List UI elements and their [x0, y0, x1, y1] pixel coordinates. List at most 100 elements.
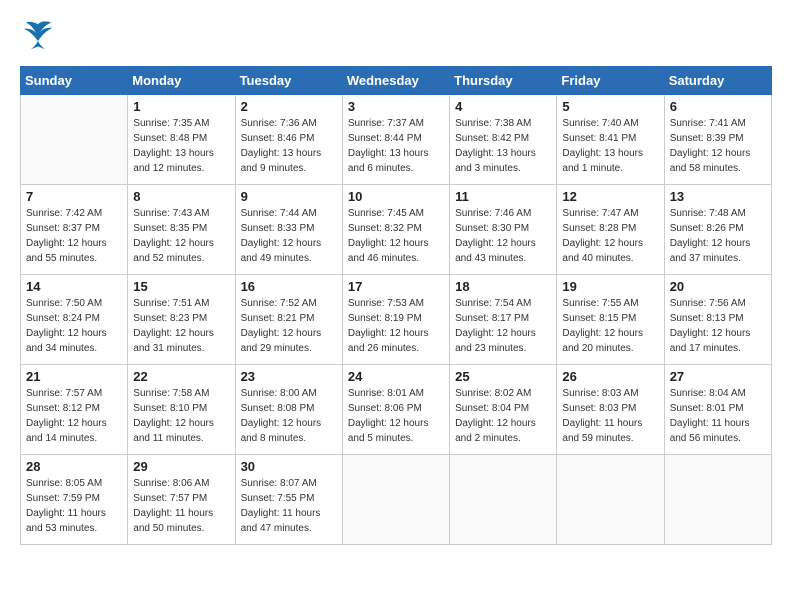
calendar-cell: 12Sunrise: 7:47 AM Sunset: 8:28 PM Dayli… [557, 185, 664, 275]
calendar-cell: 19 Sunrise: 7:55 AM Sunset: 8:15 PM Dayli… [557, 275, 664, 365]
day-info: Sunrise: 7:36 AM Sunset: 8:46 PM Dayligh… [241, 116, 337, 176]
calendar-header-row: SundayMondayTuesdayWednesdayThursdayFrid… [21, 67, 772, 95]
weekday-header-tuesday: Tuesday [235, 67, 342, 95]
day-number: 29 [133, 459, 229, 474]
calendar-body: 1 Sunrise: 7:35 AM Sunset: 8:48 PM Daylig… [21, 95, 772, 545]
calendar-cell [21, 95, 128, 185]
day-info: Sunrise: 8:07 AM Sunset: 7:55 PM Dayligh… [241, 476, 337, 536]
day-number: 21 [26, 369, 122, 384]
logo [20, 20, 62, 50]
day-number: 7 [26, 189, 122, 204]
day-info: Sunrise: 7:55 AM Sunset: 8:15 PM Dayligh… [562, 296, 658, 356]
calendar-cell: 18 Sunrise: 7:54 AM Sunset: 8:17 PM Dayli… [450, 275, 557, 365]
day-info: Sunrise: 7:43 AM Sunset: 8:35 PM Dayligh… [133, 206, 229, 266]
calendar-week-3: 14 Sunrise: 7:50 AM Sunset: 8:24 PM Dayli… [21, 275, 772, 365]
calendar-cell: 25 Sunrise: 8:02 AM Sunset: 8:04 PM Dayli… [450, 365, 557, 455]
calendar-cell: 27Sunrise: 8:04 AM Sunset: 8:01 PM Dayli… [664, 365, 771, 455]
calendar-week-4: 21 Sunrise: 7:57 AM Sunset: 8:12 PM Dayli… [21, 365, 772, 455]
calendar-cell [557, 455, 664, 545]
calendar-cell: 24 Sunrise: 8:01 AM Sunset: 8:06 PM Dayli… [342, 365, 449, 455]
day-number: 5 [562, 99, 658, 114]
day-info: Sunrise: 7:51 AM Sunset: 8:23 PM Dayligh… [133, 296, 229, 356]
day-number: 1 [133, 99, 229, 114]
day-number: 25 [455, 369, 551, 384]
day-number: 30 [241, 459, 337, 474]
day-number: 17 [348, 279, 444, 294]
day-info: Sunrise: 8:04 AM Sunset: 8:01 PM Dayligh… [670, 386, 766, 446]
calendar-cell: 6 Sunrise: 7:41 AM Sunset: 8:39 PM Daylig… [664, 95, 771, 185]
day-info: Sunrise: 7:45 AM Sunset: 8:32 PM Dayligh… [348, 206, 444, 266]
day-number: 23 [241, 369, 337, 384]
day-info: Sunrise: 7:54 AM Sunset: 8:17 PM Dayligh… [455, 296, 551, 356]
day-info: Sunrise: 8:03 AM Sunset: 8:03 PM Dayligh… [562, 386, 658, 446]
calendar-cell [664, 455, 771, 545]
day-info: Sunrise: 7:35 AM Sunset: 8:48 PM Dayligh… [133, 116, 229, 176]
calendar-cell: 8 Sunrise: 7:43 AM Sunset: 8:35 PM Daylig… [128, 185, 235, 275]
day-info: Sunrise: 8:01 AM Sunset: 8:06 PM Dayligh… [348, 386, 444, 446]
weekday-header-friday: Friday [557, 67, 664, 95]
day-number: 24 [348, 369, 444, 384]
calendar-cell: 3Sunrise: 7:37 AM Sunset: 8:44 PM Daylig… [342, 95, 449, 185]
day-number: 9 [241, 189, 337, 204]
calendar-week-1: 1 Sunrise: 7:35 AM Sunset: 8:48 PM Daylig… [21, 95, 772, 185]
calendar-cell: 2Sunrise: 7:36 AM Sunset: 8:46 PM Daylig… [235, 95, 342, 185]
day-info: Sunrise: 7:52 AM Sunset: 8:21 PM Dayligh… [241, 296, 337, 356]
day-info: Sunrise: 7:47 AM Sunset: 8:28 PM Dayligh… [562, 206, 658, 266]
calendar-cell: 13Sunrise: 7:48 AM Sunset: 8:26 PM Dayli… [664, 185, 771, 275]
day-info: Sunrise: 7:42 AM Sunset: 8:37 PM Dayligh… [26, 206, 122, 266]
day-number: 3 [348, 99, 444, 114]
calendar-week-2: 7 Sunrise: 7:42 AM Sunset: 8:37 PM Daylig… [21, 185, 772, 275]
calendar-cell: 20 Sunrise: 7:56 AM Sunset: 8:13 PM Dayli… [664, 275, 771, 365]
calendar-cell: 16 Sunrise: 7:52 AM Sunset: 8:21 PM Dayli… [235, 275, 342, 365]
page-header [20, 20, 772, 50]
day-number: 4 [455, 99, 551, 114]
day-info: Sunrise: 7:53 AM Sunset: 8:19 PM Dayligh… [348, 296, 444, 356]
calendar-cell: 10 Sunrise: 7:45 AM Sunset: 8:32 PM Dayli… [342, 185, 449, 275]
day-info: Sunrise: 7:44 AM Sunset: 8:33 PM Dayligh… [241, 206, 337, 266]
calendar-cell: 14 Sunrise: 7:50 AM Sunset: 8:24 PM Dayli… [21, 275, 128, 365]
day-number: 13 [670, 189, 766, 204]
day-number: 18 [455, 279, 551, 294]
day-info: Sunrise: 8:02 AM Sunset: 8:04 PM Dayligh… [455, 386, 551, 446]
calendar-cell: 4Sunrise: 7:38 AM Sunset: 8:42 PM Daylig… [450, 95, 557, 185]
day-info: Sunrise: 7:50 AM Sunset: 8:24 PM Dayligh… [26, 296, 122, 356]
calendar-cell: 5 Sunrise: 7:40 AM Sunset: 8:41 PM Daylig… [557, 95, 664, 185]
day-info: Sunrise: 7:46 AM Sunset: 8:30 PM Dayligh… [455, 206, 551, 266]
calendar-table: SundayMondayTuesdayWednesdayThursdayFrid… [20, 66, 772, 545]
day-number: 8 [133, 189, 229, 204]
calendar-cell: 11Sunrise: 7:46 AM Sunset: 8:30 PM Dayli… [450, 185, 557, 275]
calendar-cell: 28 Sunrise: 8:05 AM Sunset: 7:59 PM Dayli… [21, 455, 128, 545]
day-number: 26 [562, 369, 658, 384]
calendar-week-5: 28 Sunrise: 8:05 AM Sunset: 7:59 PM Dayli… [21, 455, 772, 545]
weekday-header-saturday: Saturday [664, 67, 771, 95]
calendar-cell: 23 Sunrise: 8:00 AM Sunset: 8:08 PM Dayli… [235, 365, 342, 455]
weekday-header-sunday: Sunday [21, 67, 128, 95]
day-number: 19 [562, 279, 658, 294]
calendar-cell: 1 Sunrise: 7:35 AM Sunset: 8:48 PM Daylig… [128, 95, 235, 185]
day-info: Sunrise: 7:41 AM Sunset: 8:39 PM Dayligh… [670, 116, 766, 176]
day-info: Sunrise: 8:00 AM Sunset: 8:08 PM Dayligh… [241, 386, 337, 446]
day-number: 14 [26, 279, 122, 294]
day-info: Sunrise: 7:57 AM Sunset: 8:12 PM Dayligh… [26, 386, 122, 446]
day-number: 16 [241, 279, 337, 294]
calendar-cell: 30 Sunrise: 8:07 AM Sunset: 7:55 PM Dayli… [235, 455, 342, 545]
day-number: 20 [670, 279, 766, 294]
calendar-cell: 26 Sunrise: 8:03 AM Sunset: 8:03 PM Dayli… [557, 365, 664, 455]
day-number: 6 [670, 99, 766, 114]
calendar-cell: 17 Sunrise: 7:53 AM Sunset: 8:19 PM Dayli… [342, 275, 449, 365]
day-info: Sunrise: 7:58 AM Sunset: 8:10 PM Dayligh… [133, 386, 229, 446]
calendar-cell: 22Sunrise: 7:58 AM Sunset: 8:10 PM Dayli… [128, 365, 235, 455]
calendar-cell: 21 Sunrise: 7:57 AM Sunset: 8:12 PM Dayli… [21, 365, 128, 455]
calendar-cell [342, 455, 449, 545]
weekday-header-thursday: Thursday [450, 67, 557, 95]
calendar-cell: 7 Sunrise: 7:42 AM Sunset: 8:37 PM Daylig… [21, 185, 128, 275]
day-info: Sunrise: 8:05 AM Sunset: 7:59 PM Dayligh… [26, 476, 122, 536]
day-info: Sunrise: 7:56 AM Sunset: 8:13 PM Dayligh… [670, 296, 766, 356]
day-number: 10 [348, 189, 444, 204]
weekday-header-monday: Monday [128, 67, 235, 95]
calendar-cell: 29 Sunrise: 8:06 AM Sunset: 7:57 PM Dayli… [128, 455, 235, 545]
day-info: Sunrise: 8:06 AM Sunset: 7:57 PM Dayligh… [133, 476, 229, 536]
day-number: 28 [26, 459, 122, 474]
calendar-cell [450, 455, 557, 545]
day-info: Sunrise: 7:40 AM Sunset: 8:41 PM Dayligh… [562, 116, 658, 176]
